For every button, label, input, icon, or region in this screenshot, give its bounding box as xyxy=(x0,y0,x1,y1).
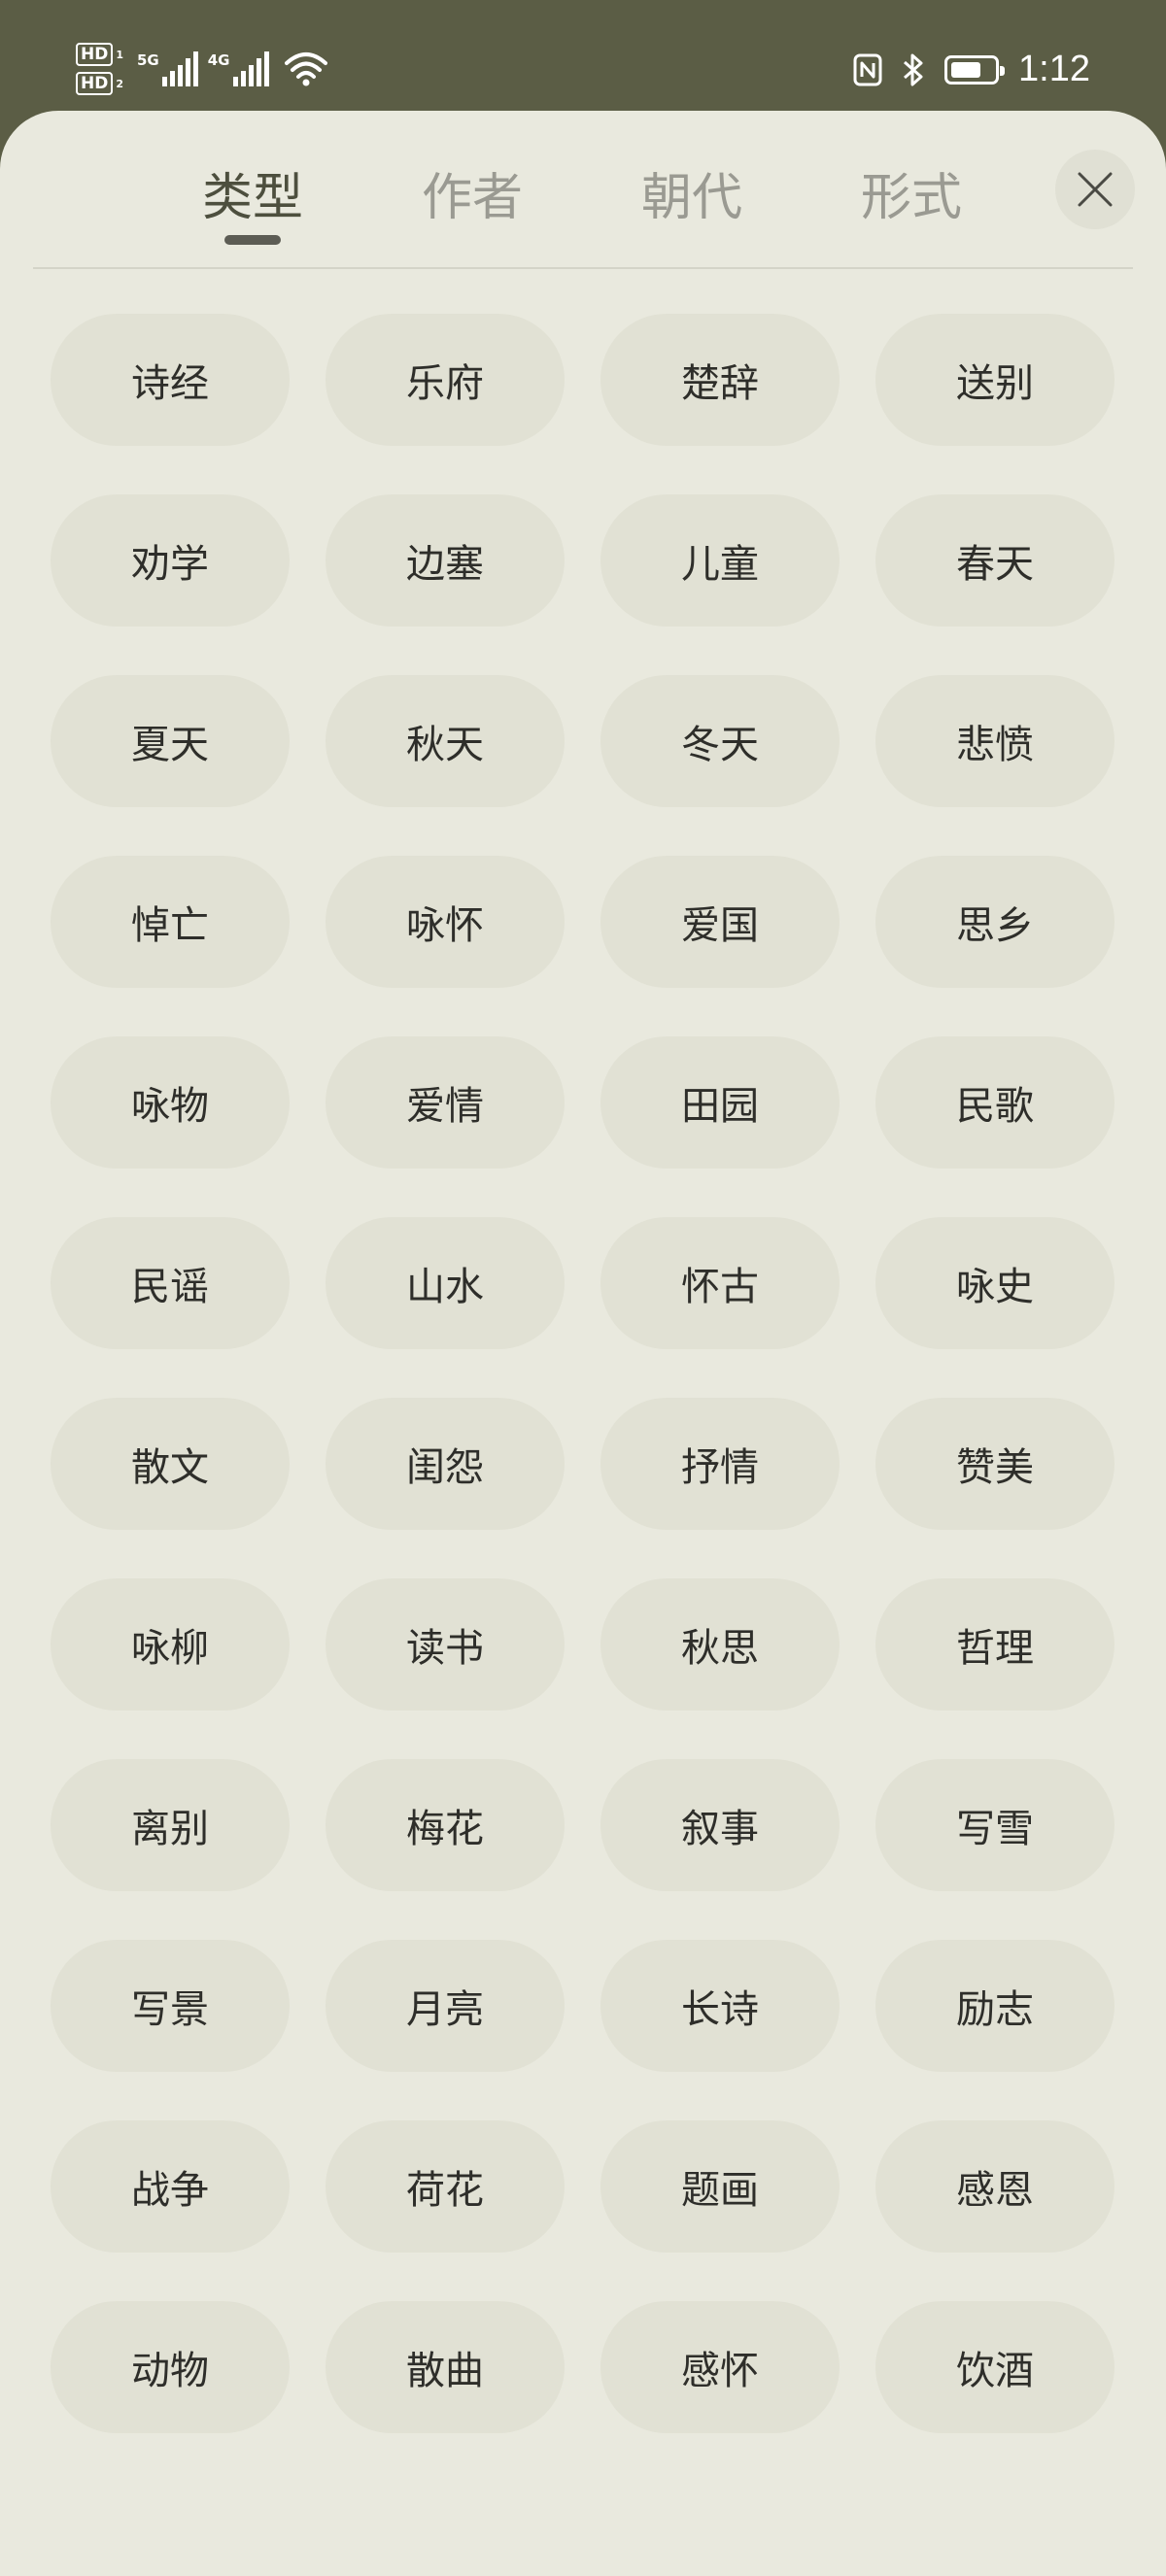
net-label-5g: 5G xyxy=(137,51,159,69)
status-bar: HD 1 HD 2 5G 4G 1:12 xyxy=(0,0,1166,112)
category-chip[interactable]: 送别 xyxy=(875,314,1115,446)
category-chip[interactable]: 叙事 xyxy=(600,1759,840,1891)
hd-badge-1-sub: 1 xyxy=(116,48,123,61)
category-chip[interactable]: 闺怨 xyxy=(326,1398,565,1530)
signal-bars-icon xyxy=(161,51,198,86)
category-chip[interactable]: 夏天 xyxy=(51,675,290,807)
category-chip[interactable]: 冬天 xyxy=(600,675,840,807)
hd-badge-2-sub: 2 xyxy=(116,77,123,90)
category-chip[interactable]: 劝学 xyxy=(51,494,290,627)
category-chip[interactable]: 感怀 xyxy=(600,2301,840,2433)
category-chip[interactable]: 怀古 xyxy=(600,1217,840,1349)
category-chip[interactable]: 赞美 xyxy=(875,1398,1115,1530)
category-chip[interactable]: 咏史 xyxy=(875,1217,1115,1349)
category-chip[interactable]: 爱情 xyxy=(326,1036,565,1169)
close-button[interactable] xyxy=(1055,150,1135,229)
category-chip[interactable]: 春天 xyxy=(875,494,1115,627)
category-chip[interactable]: 咏物 xyxy=(51,1036,290,1169)
battery-icon xyxy=(944,54,1006,85)
category-chip[interactable]: 月亮 xyxy=(326,1940,565,2072)
category-grid: 诗经 乐府 楚辞 送别劝学 边塞 儿童 春天夏天 秋天 冬天 悲愤悼亡 咏怀 爱国 思乡咏物 爱情 田园 民歌… xyxy=(51,314,1115,2433)
category-chip[interactable]: 梅花 xyxy=(326,1759,565,1891)
category-chip[interactable]: 思乡 xyxy=(875,856,1115,988)
category-chip[interactable]: 散曲 xyxy=(326,2301,565,2433)
category-chip[interactable]: 咏怀 xyxy=(326,856,565,988)
category-chip[interactable]: 读书 xyxy=(326,1578,565,1711)
tab-form[interactable]: 形式 xyxy=(861,156,962,229)
clock-time: 1:12 xyxy=(1018,49,1090,89)
hd-badge-1: HD xyxy=(76,43,114,66)
category-chip[interactable]: 咏柳 xyxy=(51,1578,290,1711)
category-chip[interactable]: 乐府 xyxy=(326,314,565,446)
category-chip[interactable]: 诗经 xyxy=(51,314,290,446)
category-chip[interactable]: 悲愤 xyxy=(875,675,1115,807)
category-chip[interactable]: 感恩 xyxy=(875,2120,1115,2253)
category-chip[interactable]: 饮酒 xyxy=(875,2301,1115,2433)
tab-author[interactable]: 作者 xyxy=(422,156,523,229)
category-chip[interactable]: 秋思 xyxy=(600,1578,840,1711)
category-chip[interactable]: 田园 xyxy=(600,1036,840,1169)
bottom-edge xyxy=(0,2541,1166,2576)
category-chip[interactable]: 长诗 xyxy=(600,1940,840,2072)
filter-sheet: 类型 作者 朝代 形式 诗经 乐府 楚辞 送别劝学 边塞 儿童 春天夏天 秋天 冬天 悲愤悼亡 咏怀… xyxy=(0,111,1166,2576)
signal-4g: 4G xyxy=(208,51,269,86)
category-chip[interactable]: 山水 xyxy=(326,1217,565,1349)
category-chip[interactable]: 散文 xyxy=(51,1398,290,1530)
close-icon xyxy=(1078,172,1113,207)
category-chip[interactable]: 写景 xyxy=(51,1940,290,2072)
category-chip[interactable]: 励志 xyxy=(875,1940,1115,2072)
signal-bars-icon xyxy=(232,51,269,86)
category-chip[interactable]: 楚辞 xyxy=(600,314,840,446)
bluetooth-icon xyxy=(904,53,923,85)
signal-5g: 5G xyxy=(137,51,198,86)
category-chip[interactable]: 秋天 xyxy=(326,675,565,807)
hd-badge-2: HD xyxy=(76,72,114,95)
filter-tabs: 类型 作者 朝代 形式 xyxy=(0,111,1166,266)
category-chip[interactable]: 边塞 xyxy=(326,494,565,627)
category-chip[interactable]: 写雪 xyxy=(875,1759,1115,1891)
category-chip[interactable]: 抒情 xyxy=(600,1398,840,1530)
net-label-4g: 4G xyxy=(207,51,230,69)
active-tab-indicator xyxy=(224,235,281,245)
category-chip[interactable]: 题画 xyxy=(600,2120,840,2253)
category-chip[interactable]: 离别 xyxy=(51,1759,290,1891)
status-left: HD 1 HD 2 5G 4G xyxy=(76,43,327,95)
category-chip[interactable]: 哲理 xyxy=(875,1578,1115,1711)
battery-fill xyxy=(951,61,981,78)
tab-type[interactable]: 类型 xyxy=(202,156,303,229)
tabs-divider xyxy=(33,267,1133,269)
status-right: 1:12 xyxy=(853,49,1090,90)
category-chip[interactable]: 爱国 xyxy=(600,856,840,988)
nfc-icon xyxy=(853,53,882,85)
category-chip[interactable]: 民谣 xyxy=(51,1217,290,1349)
category-chip[interactable]: 悼亡 xyxy=(51,856,290,988)
category-chip[interactable]: 荷花 xyxy=(326,2120,565,2253)
category-chip[interactable]: 民歌 xyxy=(875,1036,1115,1169)
category-chip[interactable]: 战争 xyxy=(51,2120,290,2253)
tab-dynasty[interactable]: 朝代 xyxy=(641,156,742,229)
wifi-icon xyxy=(284,52,327,86)
category-chip[interactable]: 儿童 xyxy=(600,494,840,627)
hd-indicators: HD 1 HD 2 xyxy=(76,43,123,95)
category-chip[interactable]: 动物 xyxy=(51,2301,290,2433)
